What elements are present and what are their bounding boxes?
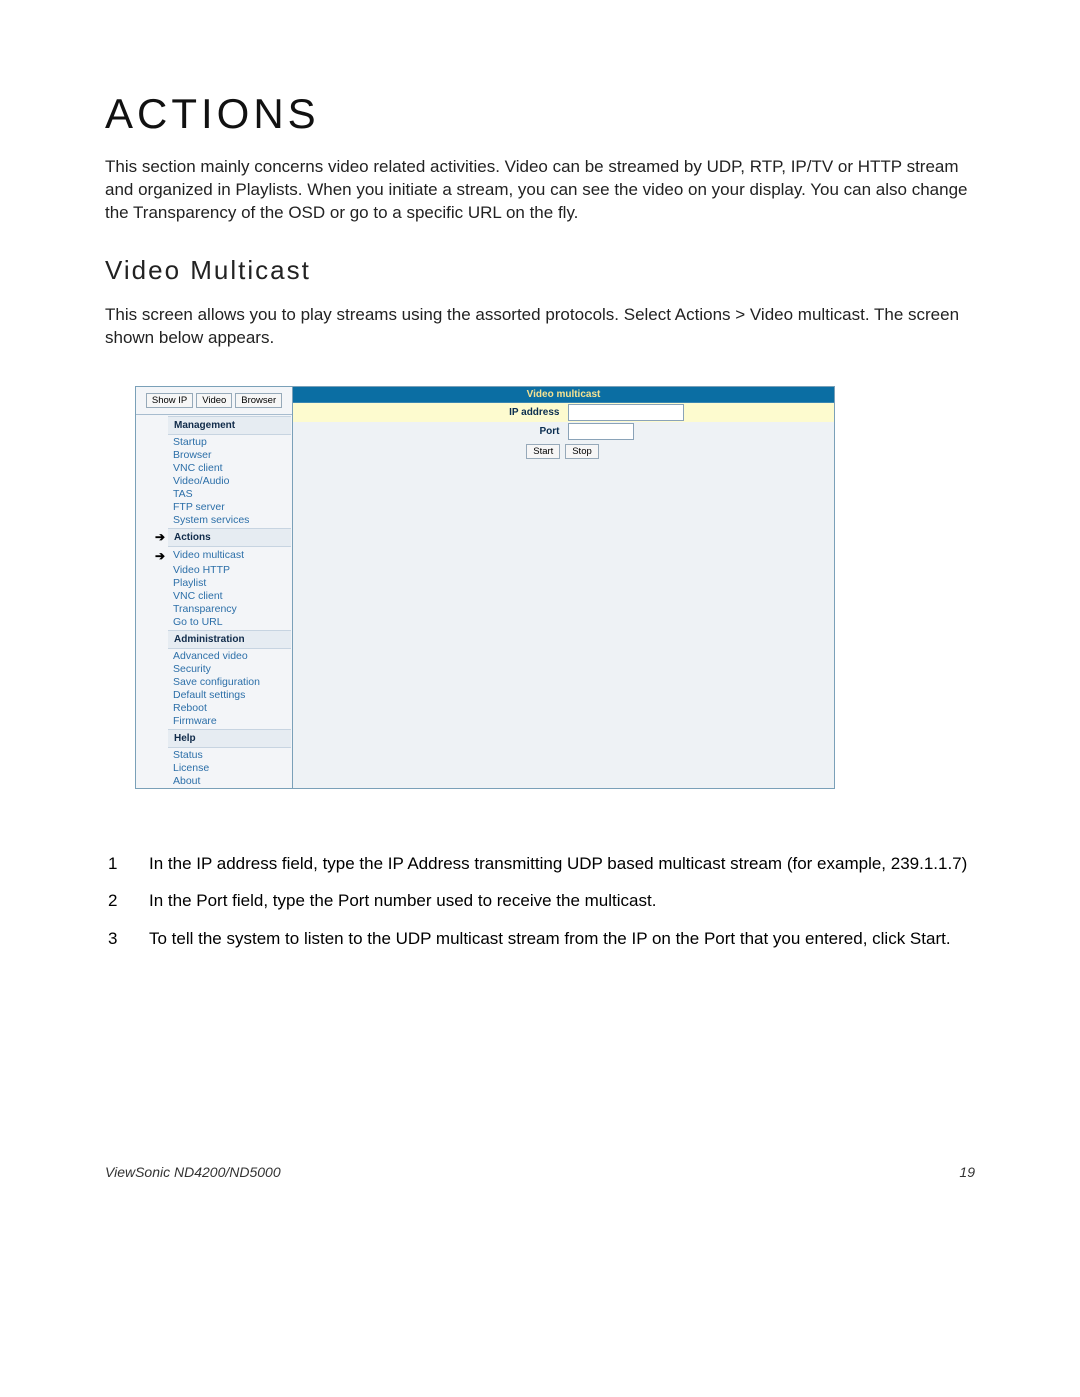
pointer-arrow-icon: ➔: [136, 548, 167, 564]
pointer-arrow-icon: [136, 603, 167, 616]
pointer-arrow-icon: [136, 702, 167, 715]
pointer-arrow-icon: [136, 449, 167, 462]
sidebar-section-management: Management: [168, 416, 291, 435]
step-number: 3: [107, 926, 146, 962]
pointer-arrow-icon: [136, 689, 167, 702]
start-button[interactable]: Start: [526, 444, 560, 459]
sidebar-item-vnc-client[interactable]: VNC client: [167, 590, 292, 603]
sidebar-item-status[interactable]: Status: [167, 749, 292, 762]
step-text: In the IP address field, type the IP Add…: [148, 851, 968, 887]
sidebar-item-tas[interactable]: TAS: [167, 488, 292, 501]
footer-right: 19: [959, 1164, 975, 1180]
step-text: To tell the system to listen to the UDP …: [148, 926, 968, 962]
pointer-arrow-icon: [136, 415, 167, 436]
page-footer: ViewSonic ND4200/ND5000 19: [105, 1164, 975, 1180]
sidebar-item-go-to-url[interactable]: Go to URL: [167, 616, 292, 629]
pointer-arrow-icon: [136, 663, 167, 676]
content-panel: Video multicast IP address Port Start St…: [293, 386, 835, 789]
sidebar-item-transparency[interactable]: Transparency: [167, 603, 292, 616]
page-title: ACTIONS: [105, 90, 975, 138]
pointer-arrow-icon: [136, 475, 167, 488]
pointer-arrow-icon: ➔: [136, 527, 167, 548]
pointer-arrow-icon: [136, 715, 167, 728]
step-text: In the Port field, type the Port number …: [148, 888, 968, 924]
sidebar-section-help: Help: [168, 729, 291, 748]
sidebar-item-video-multicast[interactable]: Video multicast: [167, 548, 292, 564]
pointer-arrow-icon: [136, 775, 167, 788]
step-number: 1: [107, 851, 146, 887]
sidebar-item-video-audio[interactable]: Video/Audio: [167, 475, 292, 488]
video-button[interactable]: Video: [196, 393, 232, 408]
intro-paragraph: This section mainly concerns video relat…: [105, 156, 975, 225]
sidebar-item-license[interactable]: License: [167, 762, 292, 775]
sidebar-section-actions: Actions: [168, 528, 291, 547]
pointer-arrow-icon: [136, 462, 167, 475]
port-label: Port: [293, 422, 564, 441]
pointer-arrow-icon: [136, 488, 167, 501]
pointer-arrow-icon: [136, 616, 167, 629]
pointer-arrow-icon: [136, 514, 167, 527]
sidebar-item-system-services[interactable]: System services: [167, 514, 292, 527]
pointer-arrow-icon: [136, 728, 167, 749]
sidebar-item-browser[interactable]: Browser: [167, 449, 292, 462]
sidebar-item-video-http[interactable]: Video HTTP: [167, 564, 292, 577]
subsection-title: Video Multicast: [105, 255, 975, 286]
sidebar-item-about[interactable]: About: [167, 775, 292, 788]
sidebar-item-default-settings[interactable]: Default settings: [167, 689, 292, 702]
port-input[interactable]: [568, 423, 634, 440]
pointer-arrow-icon: [136, 676, 167, 689]
footer-left: ViewSonic ND4200/ND5000: [105, 1164, 281, 1180]
ip-address-input[interactable]: [568, 404, 684, 421]
pointer-arrow-icon: [136, 650, 167, 663]
sidebar: Show IP Video Browser ManagementStartupB…: [135, 386, 293, 789]
stop-button[interactable]: Stop: [565, 444, 599, 459]
sidebar-item-advanced-video[interactable]: Advanced video: [167, 650, 292, 663]
pointer-arrow-icon: [136, 436, 167, 449]
pointer-arrow-icon: [136, 577, 167, 590]
sidebar-item-firmware[interactable]: Firmware: [167, 715, 292, 728]
pointer-arrow-icon: [136, 590, 167, 603]
sidebar-top-buttons: Show IP Video Browser: [136, 387, 292, 415]
pointer-arrow-icon: [136, 501, 167, 514]
show-ip-button[interactable]: Show IP: [146, 393, 193, 408]
sidebar-item-reboot[interactable]: Reboot: [167, 702, 292, 715]
step-number: 2: [107, 888, 146, 924]
pointer-arrow-icon: [136, 629, 167, 650]
subsection-intro: This screen allows you to play streams u…: [105, 304, 975, 350]
embedded-screenshot: Show IP Video Browser ManagementStartupB…: [105, 386, 975, 789]
pointer-arrow-icon: [136, 564, 167, 577]
sidebar-item-ftp-server[interactable]: FTP server: [167, 501, 292, 514]
browser-button[interactable]: Browser: [235, 393, 282, 408]
sidebar-item-vnc-client[interactable]: VNC client: [167, 462, 292, 475]
sidebar-item-startup[interactable]: Startup: [167, 436, 292, 449]
pointer-arrow-icon: [136, 749, 167, 762]
sidebar-item-security[interactable]: Security: [167, 663, 292, 676]
instruction-steps: 1In the IP address field, type the IP Ad…: [105, 849, 970, 964]
pointer-arrow-icon: [136, 762, 167, 775]
sidebar-item-playlist[interactable]: Playlist: [167, 577, 292, 590]
panel-title: Video multicast: [293, 387, 834, 403]
ip-address-label: IP address: [293, 403, 564, 422]
sidebar-section-administration: Administration: [168, 630, 291, 649]
sidebar-item-save-configuration[interactable]: Save configuration: [167, 676, 292, 689]
